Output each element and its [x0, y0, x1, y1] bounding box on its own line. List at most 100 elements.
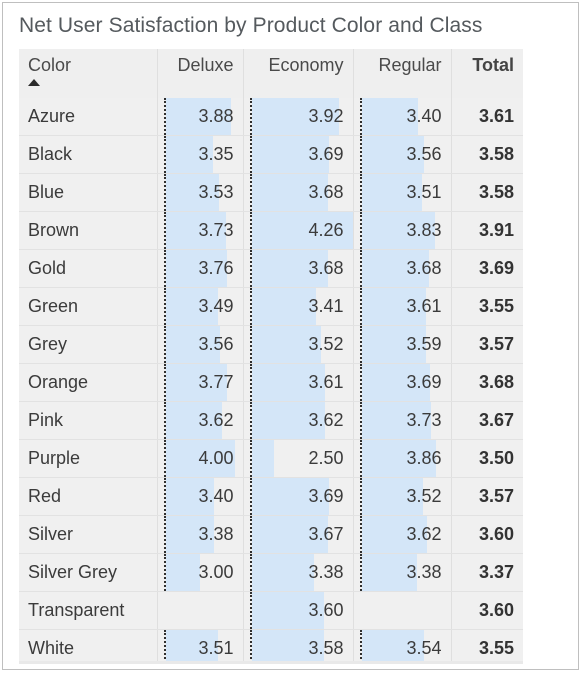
cell-color[interactable]: Transparent — [19, 591, 158, 630]
table-row[interactable]: Black 3.35 3.69 3.56 3.58 — [19, 135, 523, 174]
table-row[interactable]: Transparent 3.60 3.60 — [19, 591, 523, 630]
cell-total[interactable]: 3.60 — [451, 515, 523, 554]
cell-color[interactable]: White — [19, 629, 158, 663]
cell-regular[interactable]: 3.86 — [353, 439, 452, 478]
cell-deluxe[interactable]: 3.77 — [157, 363, 244, 402]
cell-economy[interactable]: 3.69 — [243, 135, 354, 174]
cell-economy[interactable]: 3.69 — [243, 477, 354, 516]
table-row[interactable]: Pink 3.62 3.62 3.73 3.67 — [19, 401, 523, 440]
cell-color[interactable]: Purple — [19, 439, 158, 478]
cell-economy[interactable]: 3.68 — [243, 173, 354, 212]
cell-color[interactable]: Silver — [19, 515, 158, 554]
matrix-table-container[interactable]: Color Deluxe Economy Regular Total Azure… — [19, 49, 523, 663]
cell-economy[interactable]: 3.68 — [243, 249, 354, 288]
cell-deluxe[interactable] — [157, 591, 244, 630]
table-row[interactable]: White 3.51 3.58 3.54 3.55 — [19, 629, 523, 663]
cell-deluxe[interactable]: 3.73 — [157, 211, 244, 250]
cell-regular[interactable]: 3.59 — [353, 325, 452, 364]
cell-economy[interactable]: 3.58 — [243, 629, 354, 663]
cell-color[interactable]: Gold — [19, 249, 158, 288]
column-header-economy[interactable]: Economy — [243, 49, 354, 98]
cell-deluxe[interactable]: 4.00 — [157, 439, 244, 478]
cell-deluxe[interactable]: 3.88 — [157, 98, 244, 136]
table-row[interactable]: Purple 4.00 2.50 3.86 3.50 — [19, 439, 523, 478]
table-row[interactable]: Azure 3.88 3.92 3.40 3.61 — [19, 98, 523, 136]
column-header-total[interactable]: Total — [451, 49, 523, 98]
cell-deluxe[interactable]: 3.53 — [157, 173, 244, 212]
cell-deluxe[interactable]: 3.35 — [157, 135, 244, 174]
column-header-regular[interactable]: Regular — [353, 49, 452, 98]
cell-color[interactable]: Blue — [19, 173, 158, 212]
cell-economy[interactable]: 3.61 — [243, 363, 354, 402]
table-row[interactable]: Brown 3.73 4.26 3.83 3.91 — [19, 211, 523, 250]
cell-total[interactable]: 3.69 — [451, 249, 523, 288]
cell-regular[interactable]: 3.38 — [353, 553, 452, 592]
cell-economy[interactable]: 4.26 — [243, 211, 354, 250]
cell-total[interactable]: 3.61 — [451, 98, 523, 136]
cell-deluxe[interactable]: 3.76 — [157, 249, 244, 288]
cell-regular[interactable]: 3.61 — [353, 287, 452, 326]
cell-economy[interactable]: 3.67 — [243, 515, 354, 554]
cell-color[interactable]: Grey — [19, 325, 158, 364]
cell-total[interactable]: 3.68 — [451, 363, 523, 402]
column-header-color[interactable]: Color — [19, 49, 158, 98]
cell-regular[interactable]: 3.40 — [353, 98, 452, 136]
cell-total[interactable]: 3.58 — [451, 173, 523, 212]
cell-deluxe[interactable]: 3.62 — [157, 401, 244, 440]
cell-regular[interactable]: 3.83 — [353, 211, 452, 250]
cell-color[interactable]: Green — [19, 287, 158, 326]
cell-total[interactable]: 3.58 — [451, 135, 523, 174]
table-row[interactable]: Red 3.40 3.69 3.52 3.57 — [19, 477, 523, 516]
cell-total[interactable]: 3.55 — [451, 629, 523, 663]
cell-total[interactable]: 3.67 — [451, 401, 523, 440]
cell-color[interactable]: Red — [19, 477, 158, 516]
table-row[interactable]: Silver 3.38 3.67 3.62 3.60 — [19, 515, 523, 554]
table-row[interactable]: Orange 3.77 3.61 3.69 3.68 — [19, 363, 523, 402]
data-bar-value: 3.54 — [406, 638, 442, 658]
cell-color-label: Green — [28, 296, 79, 316]
column-header-deluxe[interactable]: Deluxe — [157, 49, 244, 98]
cell-deluxe[interactable]: 3.49 — [157, 287, 244, 326]
cell-color[interactable]: Pink — [19, 401, 158, 440]
cell-color[interactable]: Black — [19, 135, 158, 174]
table-row[interactable]: Gold 3.76 3.68 3.68 3.69 — [19, 249, 523, 288]
cell-regular[interactable]: 3.56 — [353, 135, 452, 174]
table-row[interactable]: Blue 3.53 3.68 3.51 3.58 — [19, 173, 523, 212]
cell-deluxe[interactable]: 3.40 — [157, 477, 244, 516]
cell-total[interactable]: 3.57 — [451, 477, 523, 516]
cell-economy[interactable]: 3.60 — [243, 591, 354, 630]
cell-economy[interactable]: 3.38 — [243, 553, 354, 592]
horizontal-scrollbar[interactable] — [19, 661, 523, 664]
cell-color[interactable]: Azure — [19, 98, 158, 136]
cell-economy[interactable]: 3.62 — [243, 401, 354, 440]
cell-regular[interactable]: 3.62 — [353, 515, 452, 554]
table-row[interactable]: Green 3.49 3.41 3.61 3.55 — [19, 287, 523, 326]
cell-regular[interactable] — [353, 591, 452, 630]
cell-regular[interactable]: 3.54 — [353, 629, 452, 663]
cell-total[interactable]: 3.50 — [451, 439, 523, 478]
cell-economy[interactable]: 3.52 — [243, 325, 354, 364]
cell-regular[interactable]: 3.52 — [353, 477, 452, 516]
cell-deluxe[interactable]: 3.56 — [157, 325, 244, 364]
cell-total[interactable]: 3.37 — [451, 553, 523, 592]
cell-total[interactable]: 3.91 — [451, 211, 523, 250]
cell-deluxe[interactable]: 3.51 — [157, 629, 244, 663]
cell-deluxe[interactable]: 3.38 — [157, 515, 244, 554]
cell-economy[interactable]: 3.41 — [243, 287, 354, 326]
cell-total[interactable]: 3.57 — [451, 325, 523, 364]
sort-ascending-icon[interactable] — [28, 79, 40, 86]
cell-regular[interactable]: 3.73 — [353, 401, 452, 440]
cell-color[interactable]: Orange — [19, 363, 158, 402]
cell-economy[interactable]: 3.92 — [243, 98, 354, 136]
cell-economy[interactable]: 2.50 — [243, 439, 354, 478]
table-row[interactable]: Grey 3.56 3.52 3.59 3.57 — [19, 325, 523, 364]
cell-deluxe[interactable]: 3.00 — [157, 553, 244, 592]
table-row[interactable]: Silver Grey 3.00 3.38 3.38 3.37 — [19, 553, 523, 592]
cell-regular[interactable]: 3.69 — [353, 363, 452, 402]
cell-total[interactable]: 3.55 — [451, 287, 523, 326]
cell-color[interactable]: Silver Grey — [19, 553, 158, 592]
cell-color[interactable]: Brown — [19, 211, 158, 250]
cell-total[interactable]: 3.60 — [451, 591, 523, 630]
cell-regular[interactable]: 3.68 — [353, 249, 452, 288]
cell-regular[interactable]: 3.51 — [353, 173, 452, 212]
